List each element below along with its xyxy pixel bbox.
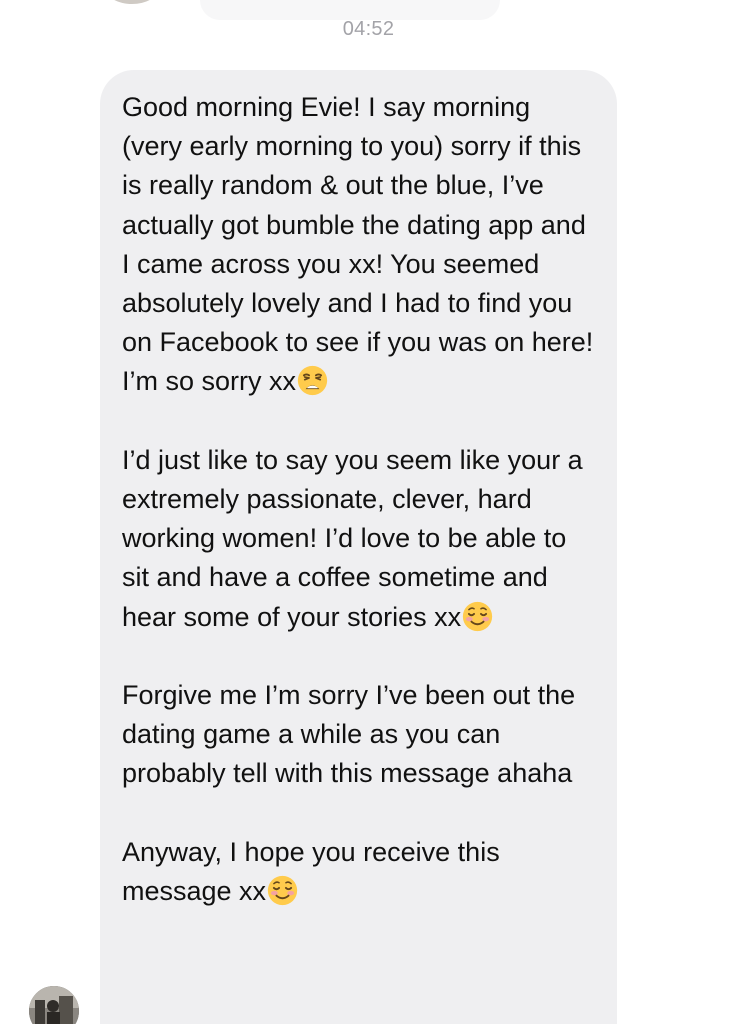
avatar-photo-icon [29, 986, 79, 1024]
message-paragraph-4-text: Anyway, I hope you receive this message … [122, 836, 500, 907]
smiling-face-emoji-icon [267, 875, 298, 906]
message-paragraph-3-text: Forgive me I’m sorry I’ve been out the d… [122, 680, 576, 789]
message-paragraph-1-text: Good morning Evie! I say morning (very e… [122, 92, 594, 397]
message-paragraph-4: Anyway, I hope you receive this message … [122, 833, 597, 911]
message-timestamp: 04:52 [342, 18, 395, 40]
message-paragraph-2: I’d just like to say you seem like your … [122, 441, 597, 637]
smiling-face-emoji-icon [463, 601, 493, 631]
sender-avatar[interactable] [29, 986, 79, 1024]
message-paragraph-3: Forgive me I’m sorry I’ve been out the d… [122, 676, 597, 794]
weary-face-emoji-icon [297, 366, 328, 396]
message-paragraph-1: Good morning Evie! I say morning (very e… [122, 88, 597, 402]
previous-message-bubble [200, 0, 500, 20]
previous-sender-avatar [106, 0, 158, 4]
message-paragraph-2-text: I’d just like to say you seem like your … [122, 444, 583, 632]
received-message-bubble[interactable]: Good morning Evie! I say morning (very e… [100, 70, 617, 1024]
